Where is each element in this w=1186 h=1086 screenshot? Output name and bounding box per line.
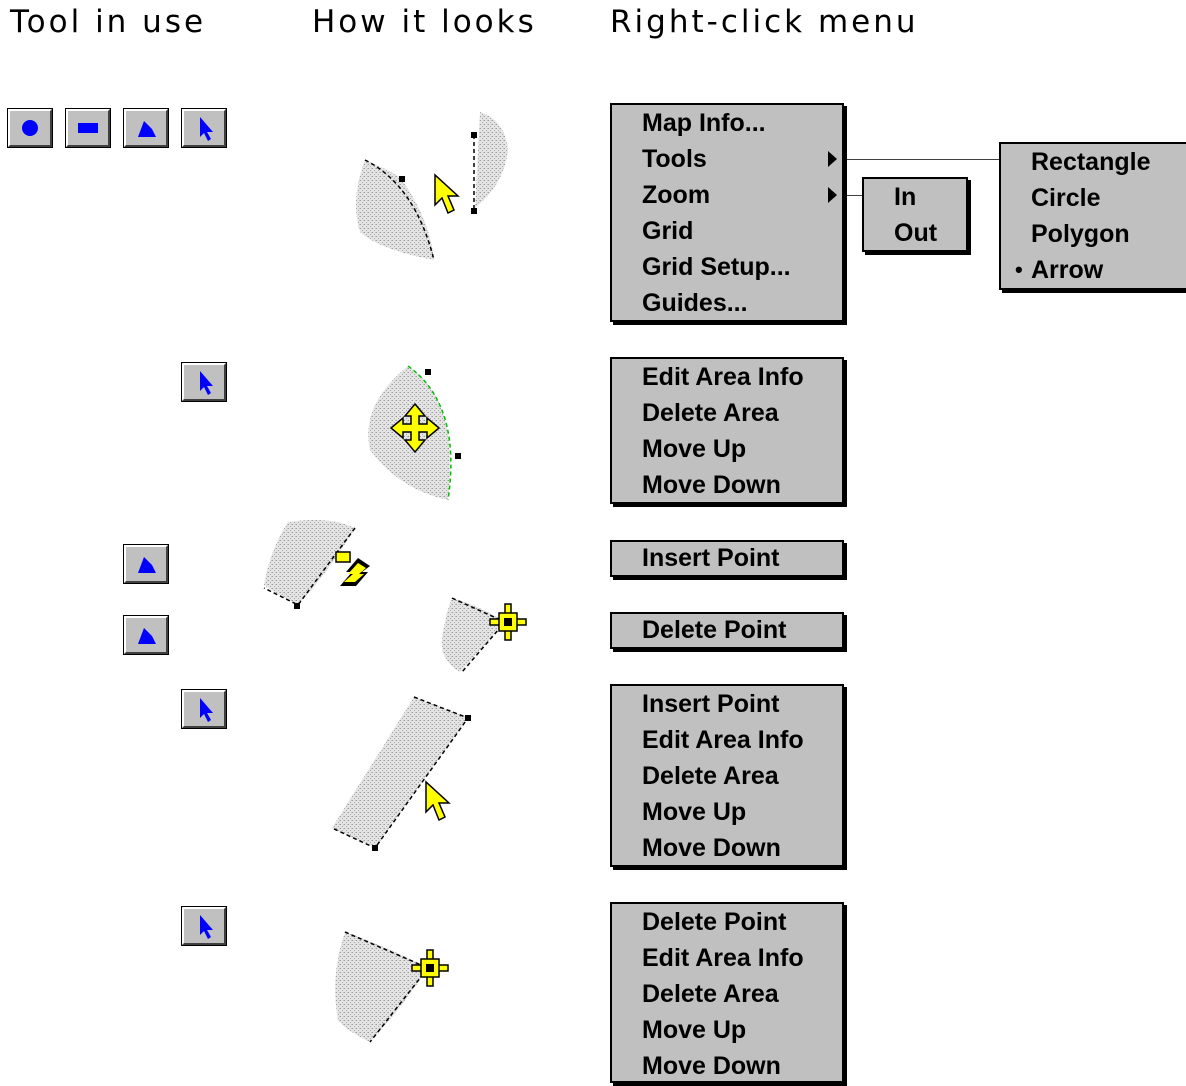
area-shape-right	[471, 112, 508, 214]
area-context-menu: Edit Area Info Delete Area Move Up Move …	[610, 357, 844, 504]
menu-item-zoom[interactable]: Zoom	[642, 177, 710, 213]
zoom-submenu: In Out	[862, 177, 968, 252]
arrow-edge-shape	[331, 696, 471, 851]
menu-item-tools[interactable]: Tools	[642, 141, 707, 177]
menu-item-move-up[interactable]: Move Up	[642, 1012, 746, 1048]
polygon-edge-context-menu: Insert Point	[610, 540, 844, 577]
menu-item-insert-point[interactable]: Insert Point	[642, 686, 780, 722]
arrow-vertex-shape	[335, 931, 430, 1043]
checked-bullet-icon: •	[1015, 257, 1023, 282]
menu-item-move-down[interactable]: Move Down	[642, 1048, 781, 1084]
menu-item-grid[interactable]: Grid	[642, 213, 693, 249]
menu-item-move-up[interactable]: Move Up	[642, 794, 746, 830]
menu-item-edit-area-info[interactable]: Edit Area Info	[642, 722, 804, 758]
menu-item-map-info[interactable]: Map Info...	[642, 105, 766, 141]
menu-item-rectangle[interactable]: Rectangle	[1031, 144, 1150, 180]
menu-item-delete-point[interactable]: Delete Point	[642, 612, 786, 648]
polygon-edge-shape	[263, 520, 356, 609]
menu-item-polygon[interactable]: Polygon	[1031, 216, 1130, 252]
menu-item-zoom-out[interactable]: Out	[894, 215, 937, 251]
menu-item-edit-area-info[interactable]: Edit Area Info	[642, 359, 804, 395]
menu-item-move-down[interactable]: Move Down	[642, 830, 781, 866]
illustrations	[263, 112, 527, 1043]
area-shape-left	[356, 159, 435, 261]
menu-item-delete-point[interactable]: Delete Point	[642, 904, 786, 940]
menu-item-grid-setup[interactable]: Grid Setup...	[642, 249, 791, 285]
arrow-cursor-icon	[434, 173, 460, 215]
menu-item-edit-area-info[interactable]: Edit Area Info	[642, 940, 804, 976]
crosshair-cursor-icon	[489, 603, 527, 641]
arrow-cursor-icon	[425, 780, 451, 822]
zoom-submenu-connector	[845, 195, 863, 196]
arrow-vertex-context-menu: Delete Point Edit Area Info Delete Area …	[610, 902, 844, 1083]
submenu-arrow-icon	[828, 151, 837, 167]
tools-submenu-connector	[845, 159, 1000, 160]
tools-submenu: Rectangle Circle Polygon • Arrow	[999, 142, 1186, 290]
menu-item-delete-area[interactable]: Delete Area	[642, 395, 779, 431]
main-context-menu: Map Info... Tools Zoom Grid Grid Setup..…	[610, 103, 844, 322]
menu-item-delete-area[interactable]: Delete Area	[642, 758, 779, 794]
menu-item-insert-point[interactable]: Insert Point	[642, 540, 780, 576]
polygon-vertex-shape	[441, 597, 507, 673]
menu-item-circle[interactable]: Circle	[1031, 180, 1100, 216]
menu-item-move-up[interactable]: Move Up	[642, 431, 746, 467]
submenu-arrow-icon	[828, 187, 837, 203]
menu-item-arrow[interactable]: Arrow	[1031, 252, 1103, 288]
arrow-edge-context-menu: Insert Point Edit Area Info Delete Area …	[610, 684, 844, 867]
header-right-click-menu: Right-click menu	[610, 4, 919, 40]
insert-point-cursor-icon	[335, 551, 370, 586]
polygon-vertex-context-menu: Delete Point	[610, 612, 844, 649]
menu-item-delete-area[interactable]: Delete Area	[642, 976, 779, 1012]
menu-item-move-down[interactable]: Move Down	[642, 467, 781, 503]
menu-item-zoom-in[interactable]: In	[894, 179, 916, 215]
menu-item-guides[interactable]: Guides...	[642, 285, 748, 321]
